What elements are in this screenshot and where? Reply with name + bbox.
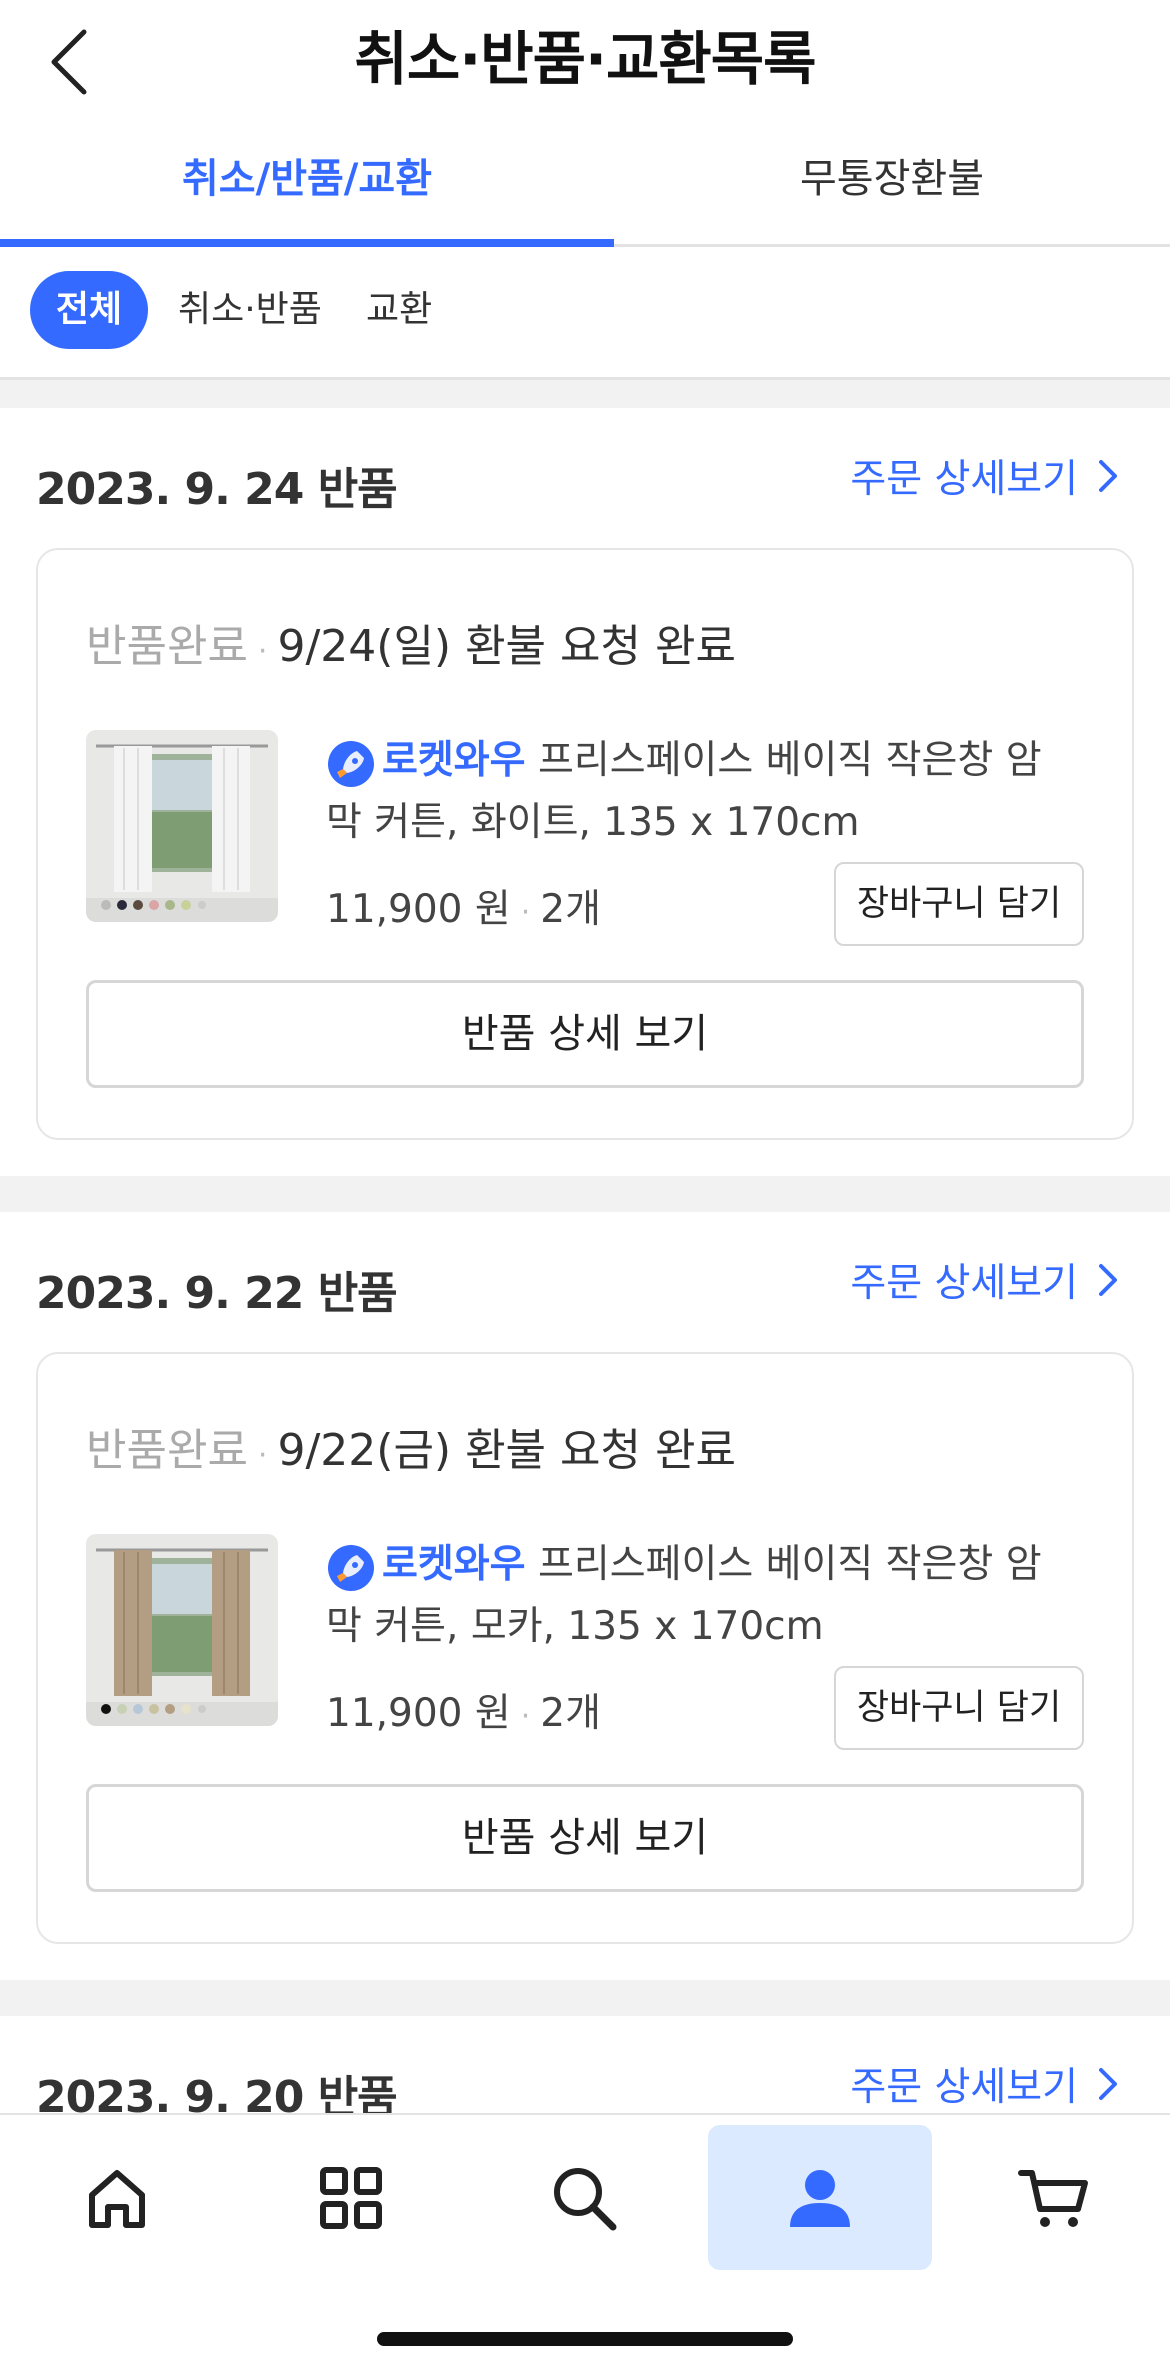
product-name[interactable]: 로켓와우 프리스페이스 베이직 작은창 암막 커튼, 모카, 135 x 170… <box>326 1534 1066 1658</box>
return-card: 반품완료 · 9/24(일) 환불 요청 완료 로켓와우 프리스페이스 베이직 … <box>36 548 1134 1140</box>
product-thumbnail[interactable] <box>86 730 278 922</box>
order-detail-label: 주문 상세보기 <box>850 2065 1078 2110</box>
separator-dot: · <box>520 1699 531 1734</box>
status-detail: 9/22(금) 환불 요청 완료 <box>277 1425 736 1476</box>
filter-chip-cancel-return[interactable]: 취소·반품 <box>178 271 322 349</box>
price-line: 11,900 원 · 2개 <box>326 1682 601 1738</box>
rocket-wow-badge: 로켓와우 <box>326 730 526 792</box>
add-to-cart-button[interactable]: 장바구니 담기 <box>834 1666 1084 1750</box>
group-date: 2023. 9. 22 반품 <box>36 1268 398 1319</box>
tab-cancel-return-exchange[interactable]: 취소/반품/교환 <box>0 115 614 247</box>
status-line: 반품완료 · 9/22(금) 환불 요청 완료 <box>86 1414 736 1478</box>
curtain-product-image <box>86 1534 278 1726</box>
chevron-right-icon <box>1099 2068 1117 2100</box>
top-bar: 취소·반품·교환목록 <box>0 0 1170 115</box>
order-detail-label: 주문 상세보기 <box>850 457 1078 502</box>
product-price: 11,900 원 <box>326 887 511 932</box>
page-title: 취소·반품·교환목록 <box>354 25 817 93</box>
rocket-icon <box>328 1545 374 1591</box>
nav-my-account[interactable] <box>708 2125 932 2270</box>
active-tab-indicator <box>0 239 614 247</box>
add-to-cart-button[interactable]: 장바구니 담기 <box>834 862 1084 946</box>
filter-chip-all[interactable]: 전체 <box>30 271 148 349</box>
order-detail-link[interactable]: 주문 상세보기 <box>850 2056 1120 2112</box>
order-group: 2023. 9. 22 반품 주문 상세보기 반품완료 · 9/22(금) 환불 요… <box>0 1212 1170 1980</box>
product-name[interactable]: 로켓와우 프리스페이스 베이직 작은창 암막 커튼, 화이트, 135 x 17… <box>326 730 1066 854</box>
return-card: 반품완료 · 9/22(금) 환불 요청 완료 로켓와우 프리스페이스 베이직 … <box>36 1352 1134 1944</box>
home-indicator <box>377 2332 793 2346</box>
nav-home[interactable] <box>5 2125 229 2270</box>
status-label: 반품완료 <box>86 1425 248 1476</box>
filter-chip-exchange[interactable]: 교환 <box>366 271 432 349</box>
status-label: 반품완료 <box>86 621 248 672</box>
chevron-right-icon <box>1099 1264 1117 1296</box>
status-line: 반품완료 · 9/24(일) 환불 요청 완료 <box>86 610 736 674</box>
search-icon <box>554 2167 617 2230</box>
order-detail-link[interactable]: 주문 상세보기 <box>850 1252 1120 1308</box>
filter-chips: 전체 취소·반품 교환 <box>0 247 1170 380</box>
nav-categories[interactable] <box>239 2125 463 2270</box>
return-detail-button[interactable]: 반품 상세 보기 <box>86 1784 1084 1892</box>
rocket-wow-label: 로켓와우 <box>382 738 526 783</box>
order-detail-label: 주문 상세보기 <box>850 1261 1078 1306</box>
product-price: 11,900 원 <box>326 1691 511 1736</box>
order-group: 2023. 9. 24 반품 주문 상세보기 반품완료 · 9/24(일) 환불 요… <box>0 408 1170 1176</box>
status-detail: 9/24(일) 환불 요청 완료 <box>277 621 736 672</box>
product-quantity: 2개 <box>540 1691 601 1736</box>
home-icon <box>89 2169 145 2228</box>
user-icon <box>790 2169 850 2227</box>
product-quantity: 2개 <box>540 887 601 932</box>
tab-bar: 취소/반품/교환 무통장환불 <box>0 115 1170 247</box>
rocket-wow-badge: 로켓와우 <box>326 1534 526 1596</box>
cart-icon <box>1018 2169 1088 2227</box>
category-grid-icon <box>320 2166 382 2229</box>
order-detail-link[interactable]: 주문 상세보기 <box>850 448 1120 504</box>
curtain-product-image <box>86 730 278 922</box>
price-line: 11,900 원 · 2개 <box>326 878 601 934</box>
product-thumbnail[interactable] <box>86 1534 278 1726</box>
chevron-right-icon <box>1099 460 1117 492</box>
separator-dot: · <box>520 895 531 930</box>
tab-bank-refund[interactable]: 무통장환불 <box>614 115 1170 247</box>
group-date: 2023. 9. 24 반품 <box>36 464 398 515</box>
rocket-icon <box>328 741 374 787</box>
separator-dot: · <box>257 1438 268 1473</box>
rocket-wow-label: 로켓와우 <box>382 1542 526 1587</box>
return-detail-button[interactable]: 반품 상세 보기 <box>86 980 1084 1088</box>
nav-cart[interactable] <box>942 2125 1166 2270</box>
nav-search[interactable] <box>472 2125 696 2270</box>
separator-dot: · <box>257 634 268 669</box>
